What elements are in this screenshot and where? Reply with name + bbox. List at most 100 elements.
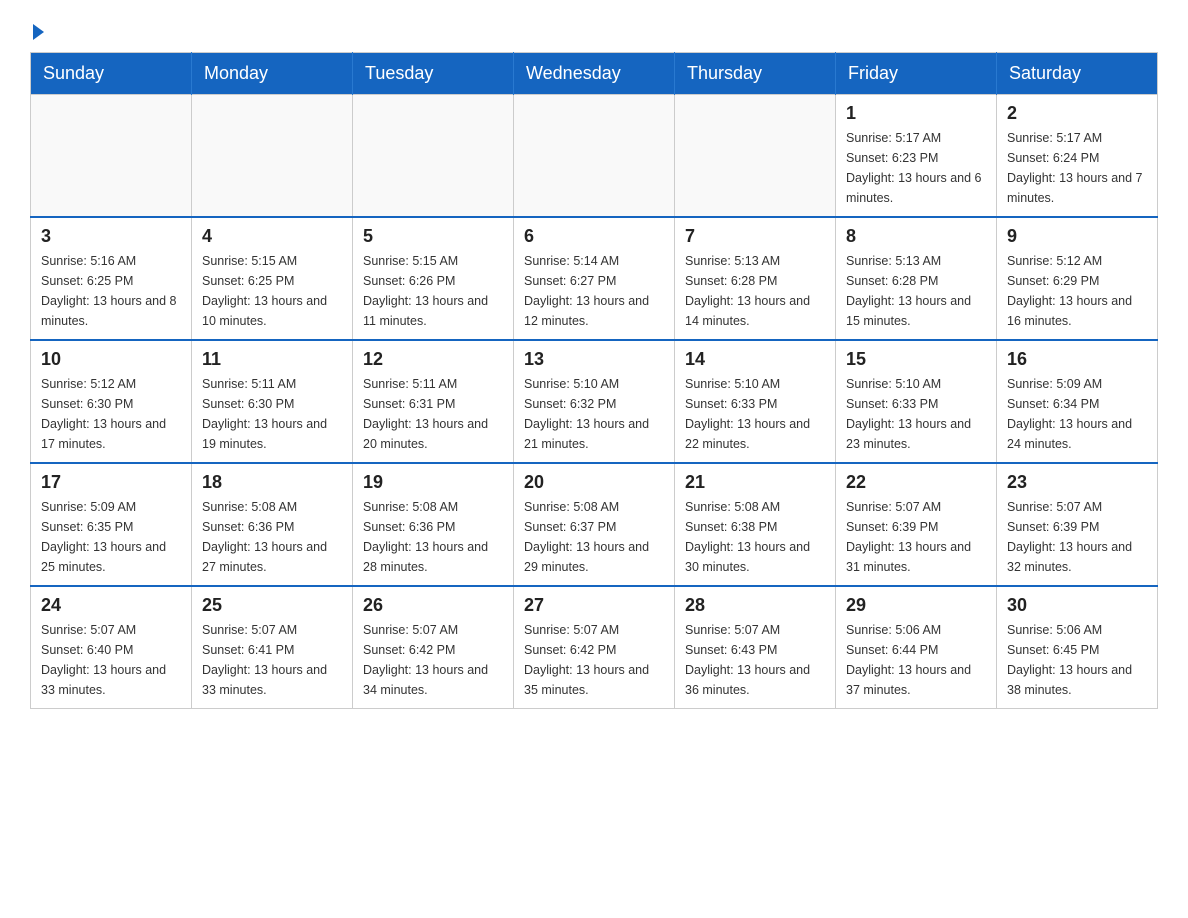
day-info: Sunrise: 5:12 AM Sunset: 6:29 PM Dayligh…: [1007, 251, 1147, 331]
day-info: Sunrise: 5:06 AM Sunset: 6:45 PM Dayligh…: [1007, 620, 1147, 700]
day-info: Sunrise: 5:10 AM Sunset: 6:33 PM Dayligh…: [685, 374, 825, 454]
day-info: Sunrise: 5:07 AM Sunset: 6:43 PM Dayligh…: [685, 620, 825, 700]
day-info: Sunrise: 5:08 AM Sunset: 6:38 PM Dayligh…: [685, 497, 825, 577]
calendar-day-cell: 23 Sunrise: 5:07 AM Sunset: 6:39 PM Dayli…: [997, 463, 1158, 586]
day-number: 24: [41, 595, 181, 616]
day-number: 27: [524, 595, 664, 616]
calendar-day-cell: 17 Sunrise: 5:09 AM Sunset: 6:35 PM Dayli…: [31, 463, 192, 586]
calendar-day-header: Monday: [192, 53, 353, 95]
calendar-day-cell: 9 Sunrise: 5:12 AM Sunset: 6:29 PM Daylig…: [997, 217, 1158, 340]
day-info: Sunrise: 5:07 AM Sunset: 6:39 PM Dayligh…: [1007, 497, 1147, 577]
calendar-day-cell: 21 Sunrise: 5:08 AM Sunset: 6:38 PM Dayli…: [675, 463, 836, 586]
calendar-day-cell: 22 Sunrise: 5:07 AM Sunset: 6:39 PM Dayli…: [836, 463, 997, 586]
day-info: Sunrise: 5:11 AM Sunset: 6:31 PM Dayligh…: [363, 374, 503, 454]
day-number: 19: [363, 472, 503, 493]
day-info: Sunrise: 5:06 AM Sunset: 6:44 PM Dayligh…: [846, 620, 986, 700]
day-number: 26: [363, 595, 503, 616]
calendar-day-header: Friday: [836, 53, 997, 95]
day-number: 11: [202, 349, 342, 370]
day-number: 21: [685, 472, 825, 493]
day-info: Sunrise: 5:11 AM Sunset: 6:30 PM Dayligh…: [202, 374, 342, 454]
calendar-header-row: SundayMondayTuesdayWednesdayThursdayFrid…: [31, 53, 1158, 95]
calendar-day-cell: [675, 95, 836, 218]
day-number: 7: [685, 226, 825, 247]
calendar-day-cell: 4Sunrise: 5:15 AM Sunset: 6:25 PM Daylig…: [192, 217, 353, 340]
logo-triangle-icon: [33, 24, 44, 40]
day-number: 14: [685, 349, 825, 370]
calendar-day-cell: 14 Sunrise: 5:10 AM Sunset: 6:33 PM Dayli…: [675, 340, 836, 463]
calendar-day-cell: [192, 95, 353, 218]
day-number: 20: [524, 472, 664, 493]
day-number: 9: [1007, 226, 1147, 247]
calendar-day-header: Wednesday: [514, 53, 675, 95]
calendar-day-cell: 26 Sunrise: 5:07 AM Sunset: 6:42 PM Dayli…: [353, 586, 514, 709]
day-info: Sunrise: 5:07 AM Sunset: 6:42 PM Dayligh…: [524, 620, 664, 700]
day-number: 12: [363, 349, 503, 370]
calendar-day-cell: [31, 95, 192, 218]
day-info: Sunrise: 5:17 AM Sunset: 6:23 PM Dayligh…: [846, 128, 986, 208]
calendar-day-cell: 11 Sunrise: 5:11 AM Sunset: 6:30 PM Dayli…: [192, 340, 353, 463]
day-number: 10: [41, 349, 181, 370]
calendar-table: SundayMondayTuesdayWednesdayThursdayFrid…: [30, 52, 1158, 709]
day-number: 30: [1007, 595, 1147, 616]
calendar-day-cell: 13 Sunrise: 5:10 AM Sunset: 6:32 PM Dayli…: [514, 340, 675, 463]
day-info: Sunrise: 5:07 AM Sunset: 6:40 PM Dayligh…: [41, 620, 181, 700]
calendar-day-cell: 30 Sunrise: 5:06 AM Sunset: 6:45 PM Dayli…: [997, 586, 1158, 709]
day-number: 25: [202, 595, 342, 616]
calendar-day-cell: [353, 95, 514, 218]
day-info: Sunrise: 5:10 AM Sunset: 6:32 PM Dayligh…: [524, 374, 664, 454]
day-number: 28: [685, 595, 825, 616]
page-header: [30, 20, 1158, 36]
calendar-day-cell: [514, 95, 675, 218]
day-number: 8: [846, 226, 986, 247]
calendar-day-cell: 20Sunrise: 5:08 AM Sunset: 6:37 PM Dayli…: [514, 463, 675, 586]
calendar-week-row: 1Sunrise: 5:17 AM Sunset: 6:23 PM Daylig…: [31, 95, 1158, 218]
day-info: Sunrise: 5:10 AM Sunset: 6:33 PM Dayligh…: [846, 374, 986, 454]
calendar-day-cell: 7 Sunrise: 5:13 AM Sunset: 6:28 PM Daylig…: [675, 217, 836, 340]
day-info: Sunrise: 5:13 AM Sunset: 6:28 PM Dayligh…: [846, 251, 986, 331]
day-number: 22: [846, 472, 986, 493]
calendar-day-cell: 16 Sunrise: 5:09 AM Sunset: 6:34 PM Dayli…: [997, 340, 1158, 463]
calendar-day-cell: 29Sunrise: 5:06 AM Sunset: 6:44 PM Dayli…: [836, 586, 997, 709]
calendar-day-cell: 25 Sunrise: 5:07 AM Sunset: 6:41 PM Dayli…: [192, 586, 353, 709]
calendar-day-cell: 12 Sunrise: 5:11 AM Sunset: 6:31 PM Dayli…: [353, 340, 514, 463]
day-number: 13: [524, 349, 664, 370]
calendar-day-cell: 27 Sunrise: 5:07 AM Sunset: 6:42 PM Dayli…: [514, 586, 675, 709]
day-info: Sunrise: 5:07 AM Sunset: 6:42 PM Dayligh…: [363, 620, 503, 700]
day-info: Sunrise: 5:13 AM Sunset: 6:28 PM Dayligh…: [685, 251, 825, 331]
day-info: Sunrise: 5:09 AM Sunset: 6:35 PM Dayligh…: [41, 497, 181, 577]
calendar-day-cell: 15Sunrise: 5:10 AM Sunset: 6:33 PM Dayli…: [836, 340, 997, 463]
calendar-day-cell: 1Sunrise: 5:17 AM Sunset: 6:23 PM Daylig…: [836, 95, 997, 218]
day-info: Sunrise: 5:15 AM Sunset: 6:26 PM Dayligh…: [363, 251, 503, 331]
calendar-week-row: 24 Sunrise: 5:07 AM Sunset: 6:40 PM Dayli…: [31, 586, 1158, 709]
calendar-day-cell: 2 Sunrise: 5:17 AM Sunset: 6:24 PM Daylig…: [997, 95, 1158, 218]
day-number: 16: [1007, 349, 1147, 370]
day-number: 18: [202, 472, 342, 493]
calendar-week-row: 10 Sunrise: 5:12 AM Sunset: 6:30 PM Dayli…: [31, 340, 1158, 463]
calendar-day-cell: 8 Sunrise: 5:13 AM Sunset: 6:28 PM Daylig…: [836, 217, 997, 340]
calendar-day-cell: 28 Sunrise: 5:07 AM Sunset: 6:43 PM Dayli…: [675, 586, 836, 709]
day-number: 17: [41, 472, 181, 493]
calendar-day-cell: 5 Sunrise: 5:15 AM Sunset: 6:26 PM Daylig…: [353, 217, 514, 340]
day-number: 3: [41, 226, 181, 247]
calendar-day-header: Sunday: [31, 53, 192, 95]
calendar-day-cell: 24 Sunrise: 5:07 AM Sunset: 6:40 PM Dayli…: [31, 586, 192, 709]
day-number: 5: [363, 226, 503, 247]
calendar-day-header: Thursday: [675, 53, 836, 95]
day-info: Sunrise: 5:08 AM Sunset: 6:36 PM Dayligh…: [202, 497, 342, 577]
calendar-day-cell: 6Sunrise: 5:14 AM Sunset: 6:27 PM Daylig…: [514, 217, 675, 340]
day-info: Sunrise: 5:08 AM Sunset: 6:36 PM Dayligh…: [363, 497, 503, 577]
day-info: Sunrise: 5:12 AM Sunset: 6:30 PM Dayligh…: [41, 374, 181, 454]
day-info: Sunrise: 5:15 AM Sunset: 6:25 PM Dayligh…: [202, 251, 342, 331]
day-info: Sunrise: 5:17 AM Sunset: 6:24 PM Dayligh…: [1007, 128, 1147, 208]
calendar-day-cell: 19 Sunrise: 5:08 AM Sunset: 6:36 PM Dayli…: [353, 463, 514, 586]
day-number: 2: [1007, 103, 1147, 124]
day-number: 23: [1007, 472, 1147, 493]
calendar-day-header: Saturday: [997, 53, 1158, 95]
day-info: Sunrise: 5:16 AM Sunset: 6:25 PM Dayligh…: [41, 251, 181, 331]
day-info: Sunrise: 5:09 AM Sunset: 6:34 PM Dayligh…: [1007, 374, 1147, 454]
day-info: Sunrise: 5:07 AM Sunset: 6:41 PM Dayligh…: [202, 620, 342, 700]
day-info: Sunrise: 5:07 AM Sunset: 6:39 PM Dayligh…: [846, 497, 986, 577]
logo: [30, 20, 44, 36]
calendar-week-row: 3 Sunrise: 5:16 AM Sunset: 6:25 PM Daylig…: [31, 217, 1158, 340]
